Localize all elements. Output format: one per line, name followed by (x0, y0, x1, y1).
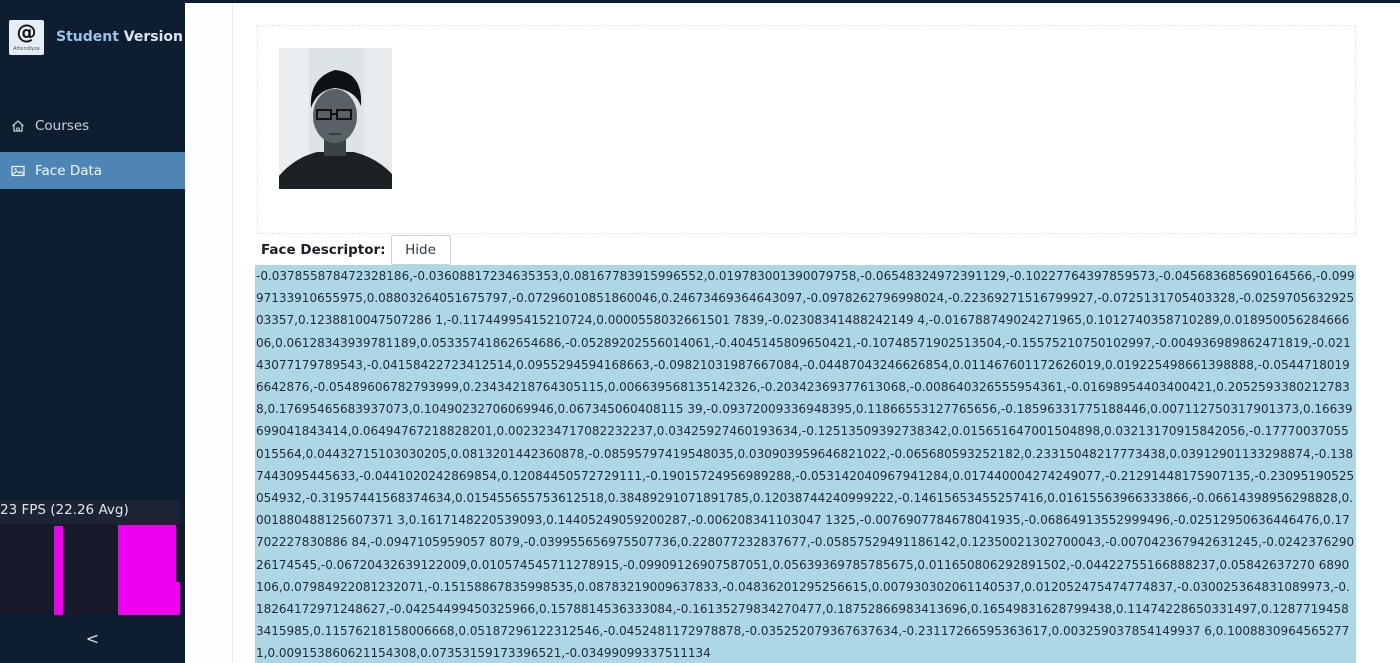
brand[interactable]: @ Attendlyze Student Version (9, 19, 185, 55)
image-icon (11, 164, 25, 178)
content-gutter (185, 3, 233, 663)
brand-title-student: Student (56, 29, 119, 45)
fps-bar (176, 582, 180, 615)
home-icon (11, 119, 25, 133)
brand-title: Student Version (56, 29, 183, 45)
fps-bar (118, 525, 176, 615)
sidebar-item-face-data[interactable]: Face Data (0, 152, 185, 189)
fps-graph (0, 524, 180, 615)
fps-readout: 23 FPS (22.26 Avg) (0, 502, 129, 518)
sidebar-collapse-button[interactable]: < (0, 624, 185, 652)
hide-descriptor-button[interactable]: Hide (390, 235, 451, 265)
sidebar-item-courses[interactable]: Courses (0, 107, 185, 144)
logo-subtext: Attendlyze (13, 45, 40, 52)
sidebar-item-label: Courses (35, 117, 90, 134)
face-descriptor-label: Face Descriptor: (261, 242, 386, 258)
logo-symbol: @ (16, 19, 37, 44)
brand-title-version: Version (123, 29, 183, 45)
app-logo: @ Attendlyze (9, 19, 44, 55)
face-photo-card (257, 25, 1356, 234)
face-photo (279, 48, 392, 189)
fps-meter: 23 FPS (22.26 Avg) (0, 500, 180, 615)
sidebar-item-label: Face Data (35, 162, 103, 179)
face-descriptor-header: Face Descriptor: Hide (261, 235, 451, 265)
chevron-left-icon: < (85, 628, 100, 648)
sidebar: @ Attendlyze Student Version Courses Fac… (0, 0, 185, 663)
fps-bar (54, 526, 63, 615)
right-edge (1381, 3, 1400, 663)
face-descriptor-values: -0.037855878472328186,-0.036088172346353… (255, 265, 1356, 663)
